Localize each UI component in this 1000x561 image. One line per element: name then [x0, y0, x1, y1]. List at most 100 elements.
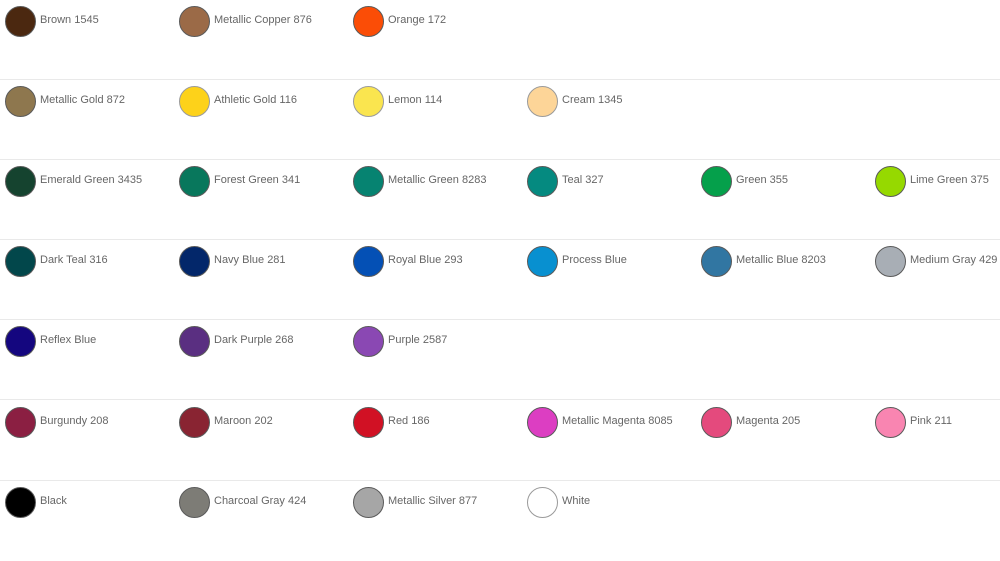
color-dot[interactable]: [701, 407, 732, 438]
color-dot[interactable]: [5, 407, 36, 438]
color-dot[interactable]: [5, 86, 36, 117]
color-label: Metallic Copper 876: [214, 14, 312, 26]
swatch-row: Emerald Green 3435 Forest Green 341 Metall…: [0, 160, 1000, 240]
color-swatch-dark-purple-268[interactable]: Dark Purple 268: [174, 323, 348, 363]
color-label: Athletic Gold 116: [214, 94, 297, 106]
color-swatch-metallic-silver-877[interactable]: Metallic Silver 877: [348, 484, 522, 524]
color-dot[interactable]: [875, 166, 906, 197]
color-swatch-metallic-green-8283[interactable]: Metallic Green 8283: [348, 163, 522, 203]
color-swatch-reflex-blue[interactable]: Reflex Blue: [0, 323, 174, 363]
swatch-row: Burgundy 208 Maroon 202 Red 186 Metallic Ma…: [0, 401, 1000, 481]
swatch-row: Brown 1545 Metallic Copper 876 Orange 172: [0, 0, 1000, 80]
color-dot[interactable]: [527, 166, 558, 197]
color-swatch-medium-gray-429[interactable]: Medium Gray 429: [870, 243, 1000, 283]
swatch-row: Dark Teal 316 Navy Blue 281 Royal Blue 293…: [0, 240, 1000, 320]
color-dot[interactable]: [5, 246, 36, 277]
color-label: Process Blue: [562, 254, 627, 266]
color-swatch-lemon-114[interactable]: Lemon 114: [348, 83, 522, 123]
color-label: Royal Blue 293: [388, 254, 463, 266]
color-dot[interactable]: [353, 246, 384, 277]
color-swatch-athletic-gold-116[interactable]: Athletic Gold 116: [174, 83, 348, 123]
color-label: Metallic Gold 872: [40, 94, 125, 106]
color-swatch-teal-327[interactable]: Teal 327: [522, 163, 696, 203]
color-label: Metallic Silver 877: [388, 495, 478, 507]
color-swatch-metallic-magenta-8085[interactable]: Metallic Magenta 8085: [522, 404, 696, 444]
color-label: Medium Gray 429: [910, 254, 998, 266]
color-label: Purple 2587: [388, 334, 448, 346]
color-label: Orange 172: [388, 14, 447, 26]
color-dot[interactable]: [527, 246, 558, 277]
color-swatch-dark-teal-316[interactable]: Dark Teal 316: [0, 243, 174, 283]
color-label: Navy Blue 281: [214, 254, 286, 266]
color-swatch-orange-172[interactable]: Orange 172: [348, 3, 522, 43]
color-label: Charcoal Gray 424: [214, 495, 307, 507]
color-label: Lemon 114: [388, 94, 443, 106]
color-swatch-pink-211[interactable]: Pink 211: [870, 404, 1000, 444]
color-label: Red 186: [388, 415, 430, 427]
color-dot[interactable]: [875, 407, 906, 438]
color-label: Green 355: [736, 174, 788, 186]
color-dot[interactable]: [179, 487, 210, 518]
color-dot[interactable]: [179, 86, 210, 117]
swatch-row: Reflex Blue Dark Purple 268 Purple 2587: [0, 320, 1000, 400]
color-swatch-metallic-gold-872[interactable]: Metallic Gold 872: [0, 83, 174, 123]
color-dot[interactable]: [353, 166, 384, 197]
color-dot[interactable]: [875, 246, 906, 277]
color-dot[interactable]: [179, 326, 210, 357]
color-label: Maroon 202: [214, 415, 273, 427]
color-label: Metallic Blue 8203: [736, 254, 826, 266]
color-label: Magenta 205: [736, 415, 801, 427]
color-swatch-forest-green-341[interactable]: Forest Green 341: [174, 163, 348, 203]
color-swatch-black[interactable]: Black: [0, 484, 174, 524]
color-swatch-purple-2587[interactable]: Purple 2587: [348, 323, 522, 363]
color-dot[interactable]: [353, 6, 384, 37]
color-dot[interactable]: [5, 487, 36, 518]
color-swatch-brown-1545[interactable]: Brown 1545: [0, 3, 174, 43]
color-label: Burgundy 208: [40, 415, 109, 427]
color-swatch-cream-1345[interactable]: Cream 1345: [522, 83, 696, 123]
color-dot[interactable]: [179, 407, 210, 438]
color-swatch-navy-blue-281[interactable]: Navy Blue 281: [174, 243, 348, 283]
color-label: White: [562, 495, 591, 507]
color-swatch-charcoal-gray-424[interactable]: Charcoal Gray 424: [174, 484, 348, 524]
color-label: Cream 1345: [562, 94, 623, 106]
color-swatch-red-186[interactable]: Red 186: [348, 404, 522, 444]
color-palette: Brown 1545 Metallic Copper 876 Orange 172 M…: [0, 0, 1000, 530]
color-dot[interactable]: [353, 487, 384, 518]
color-swatch-green-355[interactable]: Green 355: [696, 163, 870, 203]
swatch-row: Metallic Gold 872 Athletic Gold 116 Lemon …: [0, 80, 1000, 160]
color-dot[interactable]: [527, 86, 558, 117]
color-dot[interactable]: [701, 166, 732, 197]
color-swatch-white[interactable]: White: [522, 484, 696, 524]
color-label: Metallic Magenta 8085: [562, 415, 673, 427]
color-label: Brown 1545: [40, 14, 99, 26]
color-swatch-burgundy-208[interactable]: Burgundy 208: [0, 404, 174, 444]
color-dot[interactable]: [353, 407, 384, 438]
color-dot[interactable]: [527, 487, 558, 518]
color-label: Forest Green 341: [214, 174, 301, 186]
color-swatch-maroon-202[interactable]: Maroon 202: [174, 404, 348, 444]
color-label: Dark Teal 316: [40, 254, 108, 266]
color-dot[interactable]: [179, 6, 210, 37]
color-swatch-process-blue[interactable]: Process Blue: [522, 243, 696, 283]
color-dot[interactable]: [527, 407, 558, 438]
color-dot[interactable]: [179, 246, 210, 277]
color-dot[interactable]: [701, 246, 732, 277]
color-dot[interactable]: [353, 326, 384, 357]
color-swatch-royal-blue-293[interactable]: Royal Blue 293: [348, 243, 522, 283]
color-dot[interactable]: [5, 326, 36, 357]
color-label: Metallic Green 8283: [388, 174, 487, 186]
color-label: Teal 327: [562, 174, 604, 186]
color-dot[interactable]: [179, 166, 210, 197]
color-label: Emerald Green 3435: [40, 174, 143, 186]
color-swatch-emerald-green-3435[interactable]: Emerald Green 3435: [0, 163, 174, 203]
color-dot[interactable]: [353, 86, 384, 117]
color-swatch-lime-green-375[interactable]: Lime Green 375: [870, 163, 1000, 203]
color-swatch-metallic-blue-8203[interactable]: Metallic Blue 8203: [696, 243, 870, 283]
color-label: Dark Purple 268: [214, 334, 294, 346]
color-swatch-magenta-205[interactable]: Magenta 205: [696, 404, 870, 444]
color-swatch-metallic-copper-876[interactable]: Metallic Copper 876: [174, 3, 348, 43]
color-dot[interactable]: [5, 166, 36, 197]
color-dot[interactable]: [5, 6, 36, 37]
color-label: Black: [40, 495, 67, 507]
